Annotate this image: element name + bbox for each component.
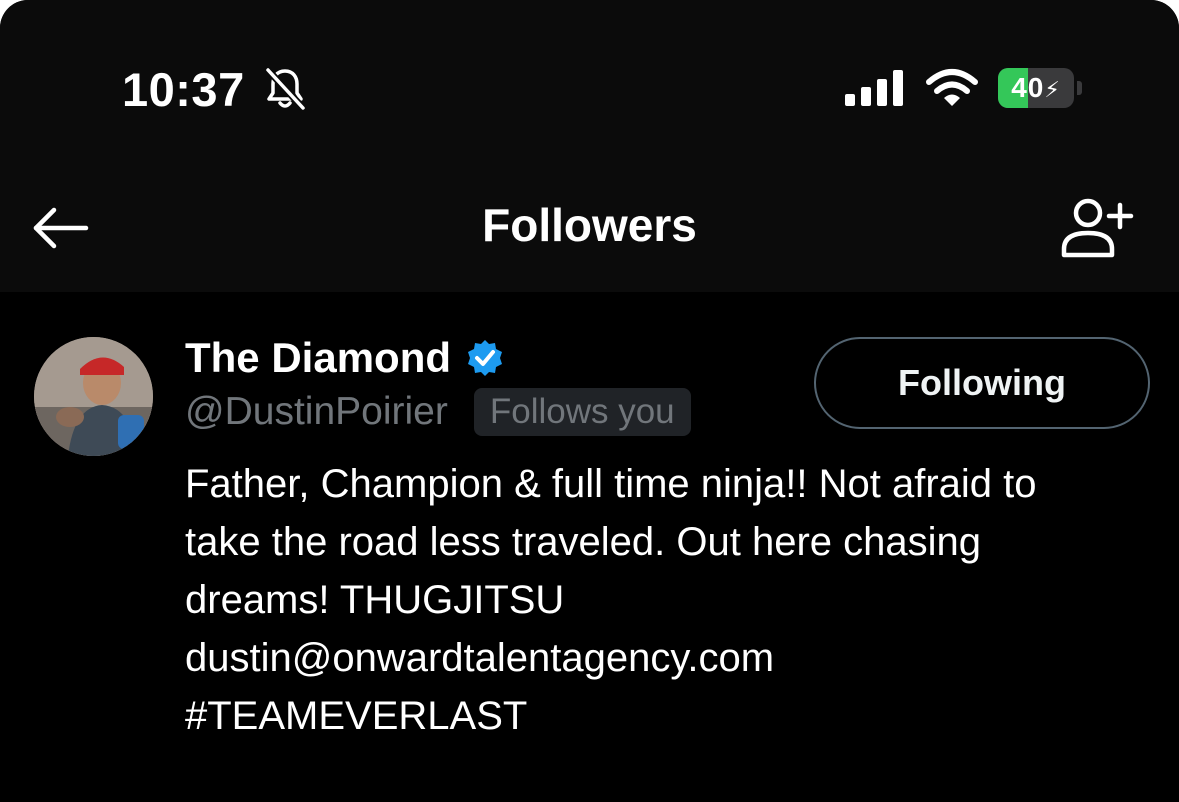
phone-screen: 10:37 40⚡ Followers The Diamond @DustinP… [0, 0, 1179, 802]
user-bio: Father, Champion & full time ninja!! Not… [185, 455, 1160, 745]
battery-indicator: 40⚡ [998, 68, 1082, 108]
battery-body: 40⚡ [998, 68, 1074, 108]
verified-badge-icon [468, 340, 503, 376]
battery-charging-icon: ⚡ [1044, 77, 1061, 102]
status-time: 10:37 [122, 63, 245, 116]
follows-you-badge: Follows you [473, 388, 691, 436]
display-name-row: The Diamond [185, 332, 505, 384]
bio-line: dreams! THUGJITSU [185, 578, 565, 622]
handle-row: @DustinPoirier Follows you [185, 386, 691, 438]
bell-slash-icon [265, 67, 306, 111]
battery-nub [1077, 81, 1082, 95]
avatar[interactable] [34, 337, 153, 456]
battery-percent: 40⚡ [1011, 72, 1061, 103]
display-name[interactable]: The Diamond [185, 334, 451, 382]
bio-email-link[interactable]: dustin@onwardtalentagency.com [185, 629, 1160, 687]
avatar-photo [34, 337, 153, 456]
wifi-icon [926, 69, 978, 106]
signal-icon [845, 70, 903, 106]
user-handle[interactable]: @DustinPoirier [185, 390, 448, 434]
following-button[interactable]: Following [814, 337, 1150, 429]
bio-line: take the road less traveled. Out here ch… [185, 520, 982, 564]
bio-line: Father, Champion & full time ninja!! Not… [185, 462, 1037, 506]
page-title: Followers [482, 199, 697, 251]
add-user-icon [1061, 198, 1134, 258]
add-user-button[interactable] [1058, 193, 1136, 259]
bio-hashtag-link[interactable]: #TEAMEVERLAST [185, 687, 1160, 745]
